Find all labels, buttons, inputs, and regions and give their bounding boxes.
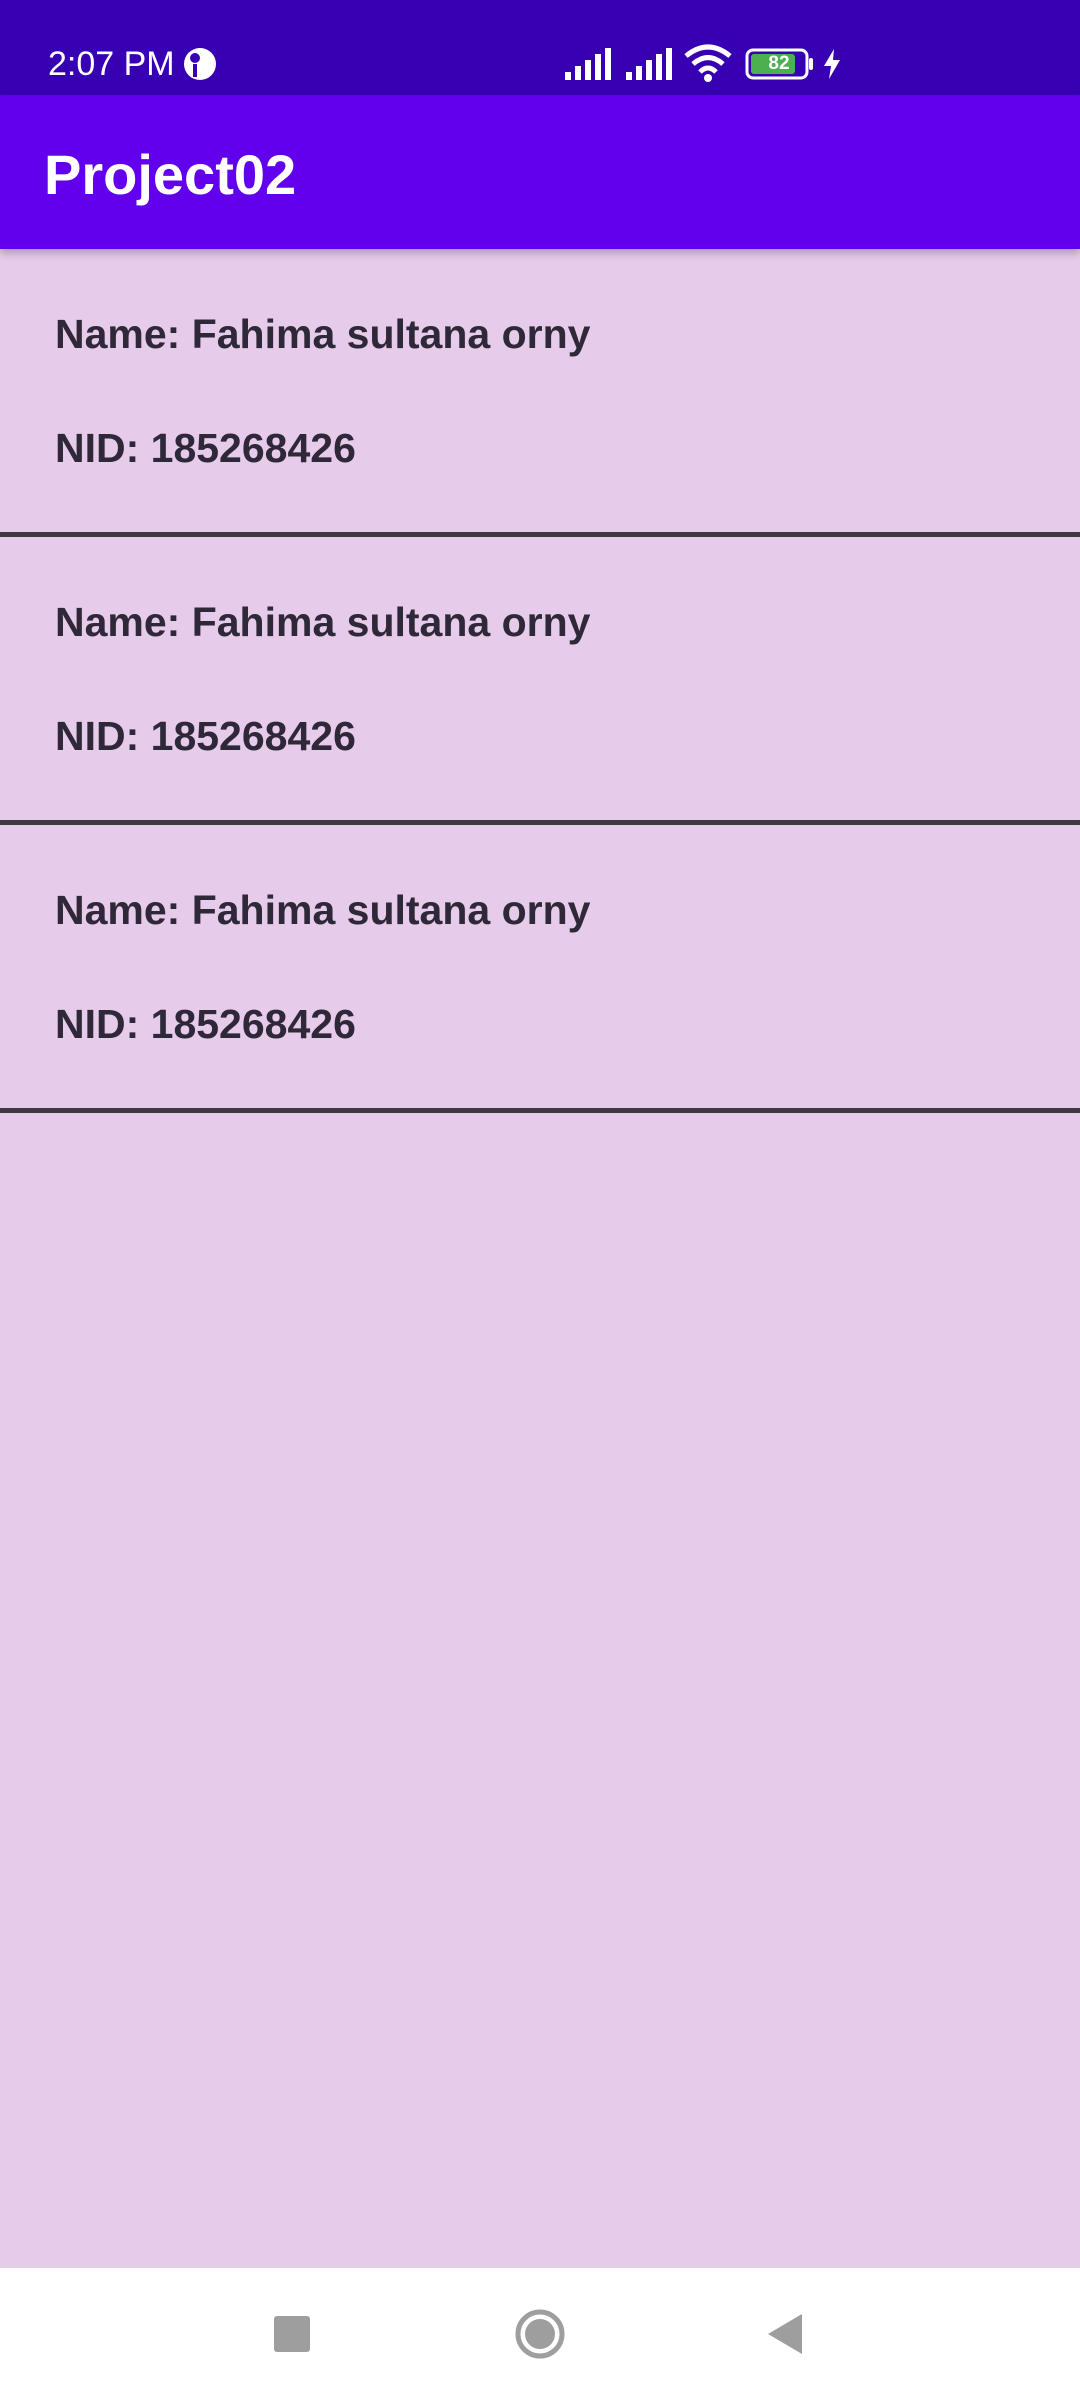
item-nid: NID: 185268426 (55, 713, 356, 759)
back-icon[interactable] (756, 2304, 816, 2364)
recents-icon[interactable] (262, 2304, 322, 2364)
item-nid: NID: 185268426 (55, 1001, 356, 1047)
battery-icon: 82 (745, 48, 815, 80)
charging-icon (824, 49, 840, 79)
navigation-bar (0, 2268, 1080, 2400)
item-name: Name: Fahima sultana orny (55, 599, 591, 645)
app-bar: Project02 (0, 95, 1080, 249)
list-item[interactable]: Name: Fahima sultana orny NID: 185268426 (0, 825, 1080, 1113)
item-nid: NID: 185268426 (55, 425, 356, 471)
signal-icon (565, 48, 611, 80)
status-time: 2:07 PM (48, 45, 175, 83)
item-name: Name: Fahima sultana orny (55, 887, 591, 933)
wifi-icon (684, 44, 732, 82)
list-item[interactable]: Name: Fahima sultana orny NID: 185268426 (0, 249, 1080, 537)
battery-level: 82 (768, 53, 790, 74)
app-title: Project02 (44, 143, 297, 206)
home-icon[interactable] (510, 2304, 570, 2364)
record-list: Name: Fahima sultana orny NID: 185268426… (0, 249, 1080, 1113)
signal-icon (626, 48, 672, 80)
list-item[interactable]: Name: Fahima sultana orny NID: 185268426 (0, 537, 1080, 825)
status-bar: 2:07 PM 82 (0, 0, 1080, 95)
item-name: Name: Fahima sultana orny (55, 311, 591, 357)
app-notification-icon (184, 48, 216, 80)
